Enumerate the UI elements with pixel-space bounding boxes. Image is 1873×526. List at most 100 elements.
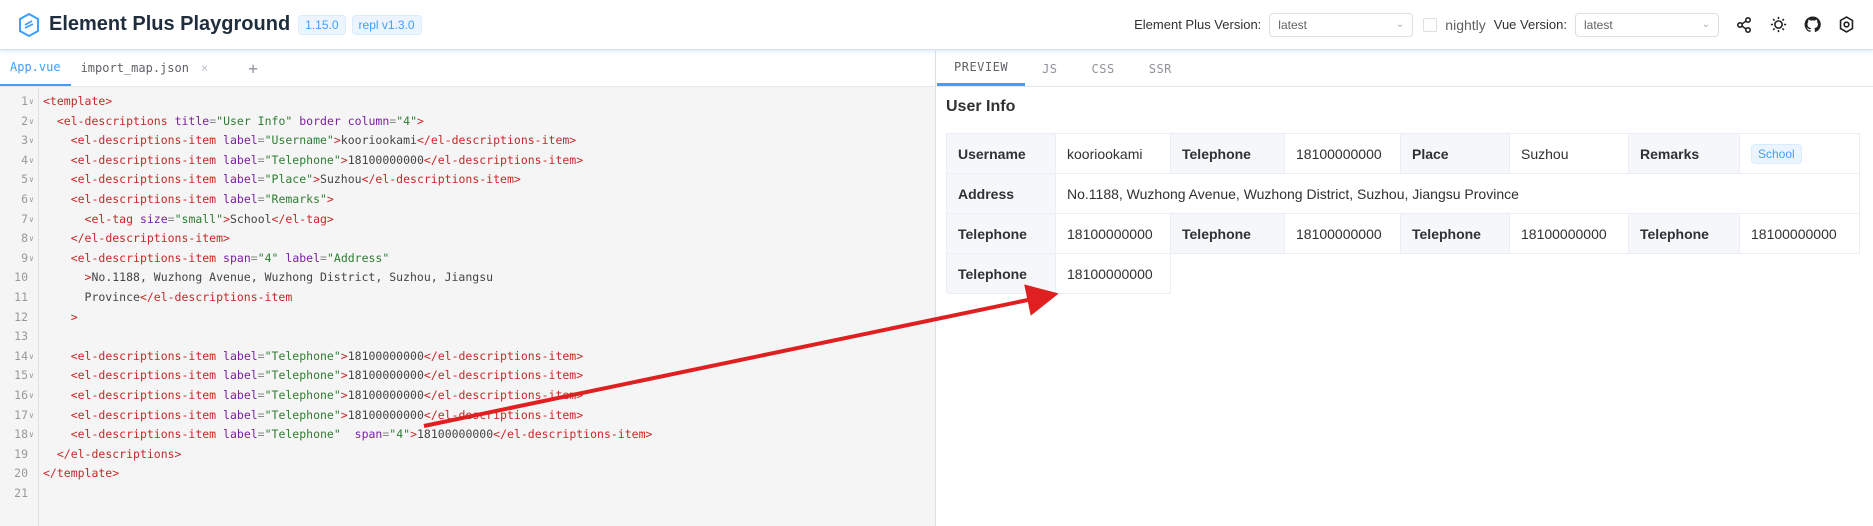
fold-chevron-icon[interactable]: ∨: [29, 249, 34, 269]
fold-chevron-icon[interactable]: ∨: [29, 151, 34, 171]
tab-ssr[interactable]: SSR: [1132, 51, 1189, 86]
code-token: "Username": [264, 133, 334, 148]
fold-chevron-icon[interactable]: ∨: [29, 229, 34, 249]
fold-chevron-icon[interactable]: ∨: [29, 190, 34, 210]
code-token: <el-descriptions-item: [70, 427, 217, 442]
repl-badge[interactable]: repl v1.3.0: [351, 14, 422, 35]
fold-chevron-icon[interactable]: ∨: [29, 425, 34, 445]
code-text: <el-descriptions-item label="Telephone">…: [43, 347, 583, 367]
line-number: 12: [14, 309, 28, 324]
line-number: 8: [21, 231, 28, 246]
fold-chevron-icon[interactable]: ∨: [29, 112, 34, 132]
github-icon[interactable]: [1803, 16, 1821, 34]
nightly-checkbox[interactable]: [1423, 17, 1438, 32]
code-token: label: [223, 427, 258, 442]
descriptions-label: Telephone: [1628, 213, 1740, 254]
code-token: "Remarks": [264, 192, 327, 206]
code-token: </el-descriptions-item>: [423, 348, 584, 363]
fold-chevron-icon[interactable]: ∨: [29, 92, 34, 112]
fold-chevron-icon[interactable]: ∨: [29, 210, 34, 230]
code-token: >: [340, 407, 348, 422]
line-number: 2: [21, 113, 28, 128]
tab-preview[interactable]: PREVIEW: [937, 51, 1026, 86]
sun-icon[interactable]: [1769, 16, 1787, 34]
file-tab-app-vue[interactable]: App.vue: [0, 50, 71, 86]
code-token: size: [139, 211, 168, 226]
code-token: "User Info": [216, 113, 293, 128]
element-plus-logo-icon: [19, 12, 39, 37]
code-token: </el-descriptions-item>: [423, 152, 584, 167]
code-token: =: [257, 407, 265, 422]
code-text: </el-descriptions-item>: [43, 229, 230, 249]
code-token: "Telephone": [264, 348, 341, 363]
line-number: 19: [14, 446, 28, 461]
code-token: label: [223, 368, 258, 383]
code-token: <el-descriptions-item: [70, 388, 217, 402]
code-area[interactable]: 1 ∨ <template> 2 ∨ <el-descriptions title="U…: [0, 88, 935, 526]
fold-chevron-icon[interactable]: ∨: [29, 347, 34, 367]
code-token: >: [223, 211, 230, 226]
tab-css[interactable]: CSS: [1075, 51, 1132, 86]
code-text: <el-descriptions-item label="Remarks">: [43, 190, 334, 210]
app-title: Element Plus Playground: [49, 13, 291, 35]
code-editor-pane: App.vue import_map.json × + 1 ∨ <template>…: [0, 51, 936, 526]
code-token: Province: [43, 290, 140, 304]
chevron-down-icon: ⌄: [1395, 19, 1405, 30]
descriptions-row: Telephone 18100000000 Telephone 18100000000…: [946, 213, 1860, 254]
code-text: <el-descriptions-item label="Telephone">…: [43, 366, 583, 386]
code-text: <el-descriptions-item label="Telephone">…: [43, 151, 583, 171]
share-icon[interactable]: [1735, 16, 1753, 34]
code-token: span: [354, 427, 383, 442]
file-tab-import-map[interactable]: import_map.json ×: [71, 50, 219, 86]
version-badge[interactable]: 1.15.0: [298, 14, 346, 35]
code-text: </el-descriptions>: [43, 445, 182, 465]
vue-version-select[interactable]: latest ⌄: [1575, 12, 1719, 37]
line-number: 5: [21, 172, 28, 187]
fold-chevron-icon[interactable]: ∨: [29, 386, 34, 406]
descriptions-value: 18100000000: [1284, 133, 1401, 174]
fold-chevron-icon[interactable]: ∨: [29, 170, 34, 190]
code-token: <el-descriptions: [56, 113, 168, 128]
code-token: "Telephone": [264, 407, 341, 422]
code-token: "Telephone": [264, 368, 341, 383]
line-number: 6: [21, 192, 28, 206]
code-token: <el-descriptions-item: [70, 133, 217, 148]
fold-chevron-icon[interactable]: ∨: [29, 366, 34, 386]
ep-version-select[interactable]: latest ⌄: [1269, 12, 1414, 37]
code-text: <el-descriptions-item label="Telephone" …: [43, 425, 653, 445]
code-text: <template>: [43, 92, 112, 112]
vue-version-label: Vue Version:: [1493, 17, 1567, 32]
line-number: 16: [14, 388, 28, 402]
code-token: >: [410, 427, 417, 442]
descriptions-table: Username kooriookami Telephone 18100000000 P…: [946, 133, 1860, 294]
code-token: =: [257, 172, 265, 187]
tab-js[interactable]: JS: [1025, 51, 1074, 86]
nightly-label[interactable]: nightly: [1445, 17, 1485, 33]
descriptions-label: Remarks: [1628, 133, 1740, 174]
code-token: <template>: [43, 94, 113, 108]
code-token: <el-descriptions-item: [70, 368, 217, 383]
vue-version-value: latest: [1584, 17, 1613, 32]
fold-chevron-icon[interactable]: ∨: [29, 406, 34, 426]
fold-chevron-icon[interactable]: ∨: [29, 131, 34, 151]
descriptions-value: Suzhou: [1509, 133, 1629, 174]
code-token: 18100000000: [347, 348, 424, 363]
code-token: title: [174, 113, 210, 128]
settings-icon[interactable]: [1837, 16, 1855, 34]
code-token: School: [230, 211, 272, 226]
add-file-button[interactable]: +: [218, 50, 268, 86]
code-token: "Telephone": [264, 152, 341, 167]
code-token: label: [223, 348, 258, 363]
close-icon[interactable]: ×: [201, 61, 208, 75]
